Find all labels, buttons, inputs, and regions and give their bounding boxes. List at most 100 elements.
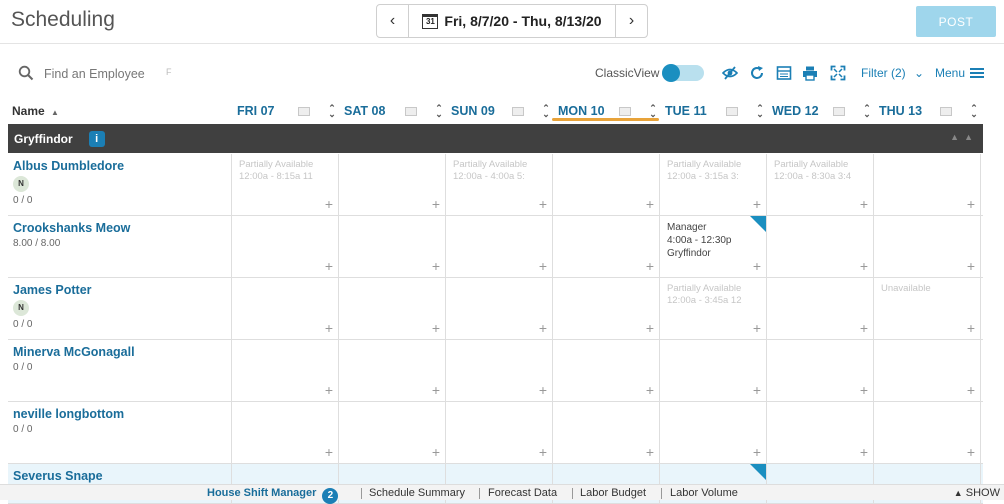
show-panel-toggle[interactable]: ▲ SHOW bbox=[954, 487, 1000, 499]
shift-cell[interactable]: + bbox=[339, 154, 446, 215]
add-shift-icon[interactable]: + bbox=[753, 321, 761, 335]
add-shift-icon[interactable]: + bbox=[432, 383, 440, 397]
sort-toggle-icon[interactable]: ⌃ ⌄ bbox=[861, 104, 873, 119]
expand-icon[interactable] bbox=[830, 65, 846, 81]
filter-dropdown[interactable]: Filter (2) ⌄ bbox=[861, 66, 924, 80]
shift-cell[interactable]: + bbox=[232, 402, 339, 463]
shift-cell[interactable]: + bbox=[874, 216, 981, 277]
add-shift-icon[interactable]: + bbox=[753, 197, 761, 211]
day-note-icon[interactable] bbox=[298, 106, 310, 116]
add-shift-icon[interactable]: + bbox=[967, 321, 975, 335]
add-shift-icon[interactable]: + bbox=[325, 321, 333, 335]
add-shift-icon[interactable]: + bbox=[646, 259, 654, 273]
shift-cell[interactable]: + bbox=[874, 154, 981, 215]
employee-name-link[interactable]: neville longbottom bbox=[13, 407, 226, 421]
employee-name-link[interactable]: Crookshanks Meow bbox=[13, 221, 226, 235]
classic-view-toggle[interactable] bbox=[662, 64, 704, 82]
tab-forecast-data[interactable]: Forecast Data bbox=[488, 487, 557, 499]
shift-cell[interactable]: Unavailable + bbox=[874, 278, 981, 339]
shift-cell[interactable]: + bbox=[339, 278, 446, 339]
add-shift-icon[interactable]: + bbox=[325, 197, 333, 211]
shift-cell[interactable]: Partially Available 12:00a - 8:30a 3:4 + bbox=[767, 154, 874, 215]
add-shift-icon[interactable]: + bbox=[860, 197, 868, 211]
shift-cell[interactable]: + bbox=[767, 340, 874, 401]
add-shift-icon[interactable]: + bbox=[646, 197, 654, 211]
next-week-button[interactable]: › bbox=[615, 5, 647, 37]
shift-cell[interactable]: + bbox=[232, 216, 339, 277]
add-shift-icon[interactable]: + bbox=[860, 445, 868, 459]
sort-toggle-icon[interactable]: ⌃ ⌄ bbox=[754, 104, 766, 119]
menu-button[interactable]: Menu bbox=[935, 66, 985, 80]
sort-toggle-icon[interactable]: ⌃ ⌄ bbox=[540, 104, 552, 119]
shift-cell[interactable]: Manager 4:00a - 12:30p Gryffindor + bbox=[660, 216, 767, 277]
shift-cell[interactable]: + bbox=[446, 340, 553, 401]
shift-cell[interactable]: + bbox=[767, 278, 874, 339]
add-shift-icon[interactable]: + bbox=[967, 259, 975, 273]
add-shift-icon[interactable]: + bbox=[325, 259, 333, 273]
add-shift-icon[interactable]: + bbox=[967, 197, 975, 211]
employee-name-link[interactable]: Severus Snape bbox=[13, 469, 226, 483]
print-icon[interactable] bbox=[802, 65, 818, 81]
day-note-icon[interactable] bbox=[512, 106, 524, 116]
shift-cell[interactable]: + bbox=[339, 340, 446, 401]
add-shift-icon[interactable]: + bbox=[860, 321, 868, 335]
shift-block[interactable]: Manager 4:00a - 12:30p Gryffindor bbox=[667, 221, 759, 260]
add-shift-icon[interactable]: + bbox=[646, 383, 654, 397]
add-shift-icon[interactable]: + bbox=[646, 445, 654, 459]
shift-cell[interactable]: Partially Available 12:00a - 4:00a 5: + bbox=[446, 154, 553, 215]
day-column-header[interactable]: WED 12 ⌃ ⌄ bbox=[766, 100, 873, 122]
shift-cell[interactable]: + bbox=[660, 402, 767, 463]
shift-cell[interactable]: + bbox=[232, 278, 339, 339]
info-icon[interactable]: i bbox=[88, 130, 105, 147]
tab-house-shift-manager[interactable]: House Shift Manager 2 bbox=[207, 487, 339, 504]
day-column-header[interactable]: TUE 11 ⌃ ⌄ bbox=[659, 100, 766, 122]
add-shift-icon[interactable]: + bbox=[539, 197, 547, 211]
name-column-header[interactable]: Name ▲ bbox=[12, 104, 59, 118]
tab-schedule-summary[interactable]: Schedule Summary bbox=[369, 487, 465, 499]
add-shift-icon[interactable]: + bbox=[860, 383, 868, 397]
add-shift-icon[interactable]: + bbox=[325, 445, 333, 459]
tab-labor-budget[interactable]: Labor Budget bbox=[580, 487, 646, 499]
add-shift-icon[interactable]: + bbox=[539, 259, 547, 273]
collapse-group-icon[interactable]: ▲ ▲ bbox=[950, 132, 973, 142]
add-shift-icon[interactable]: + bbox=[753, 259, 761, 273]
add-shift-icon[interactable]: + bbox=[539, 321, 547, 335]
add-shift-icon[interactable]: + bbox=[753, 383, 761, 397]
add-shift-icon[interactable]: + bbox=[753, 445, 761, 459]
shift-cell[interactable]: + bbox=[553, 278, 660, 339]
day-note-icon[interactable] bbox=[619, 106, 631, 116]
shift-cell[interactable]: + bbox=[767, 402, 874, 463]
post-button[interactable]: POST bbox=[916, 6, 996, 37]
day-note-icon[interactable] bbox=[940, 106, 952, 116]
sort-toggle-icon[interactable]: ⌃ ⌄ bbox=[433, 104, 445, 119]
add-shift-icon[interactable]: + bbox=[432, 445, 440, 459]
shift-cell[interactable]: + bbox=[553, 216, 660, 277]
add-shift-icon[interactable]: + bbox=[432, 197, 440, 211]
shift-cell[interactable]: + bbox=[767, 216, 874, 277]
shift-cell[interactable]: + bbox=[339, 402, 446, 463]
add-shift-icon[interactable]: + bbox=[432, 259, 440, 273]
shift-cell[interactable]: + bbox=[446, 402, 553, 463]
day-note-icon[interactable] bbox=[726, 106, 738, 116]
date-range-picker[interactable]: 31 Fri, 8/7/20 - Thu, 8/13/20 bbox=[409, 13, 615, 29]
employee-name-link[interactable]: James Potter bbox=[13, 283, 226, 297]
hide-icon[interactable] bbox=[722, 65, 738, 81]
previous-week-button[interactable]: ‹ bbox=[377, 5, 409, 37]
sort-toggle-icon[interactable]: ⌃ ⌄ bbox=[326, 104, 338, 119]
shift-cell[interactable]: + bbox=[446, 278, 553, 339]
day-note-icon[interactable] bbox=[405, 106, 417, 116]
day-column-header[interactable]: SUN 09 ⌃ ⌄ bbox=[445, 100, 552, 122]
group-header-gryffindor[interactable]: Gryffindor i ▲ ▲ bbox=[8, 124, 983, 153]
day-column-header[interactable]: THU 13 ⌃ ⌄ bbox=[873, 100, 980, 122]
table-view-icon[interactable] bbox=[776, 65, 792, 81]
day-note-icon[interactable] bbox=[833, 106, 845, 116]
shift-cell[interactable]: + bbox=[446, 216, 553, 277]
shift-cell[interactable]: + bbox=[874, 340, 981, 401]
sort-toggle-icon[interactable]: ⌃ ⌄ bbox=[968, 104, 980, 119]
employee-name-link[interactable]: Albus Dumbledore bbox=[13, 159, 226, 173]
add-shift-icon[interactable]: + bbox=[646, 321, 654, 335]
shift-cell[interactable]: + bbox=[553, 340, 660, 401]
tab-labor-volume[interactable]: Labor Volume bbox=[670, 487, 738, 499]
add-shift-icon[interactable]: + bbox=[539, 383, 547, 397]
add-shift-icon[interactable]: + bbox=[325, 383, 333, 397]
